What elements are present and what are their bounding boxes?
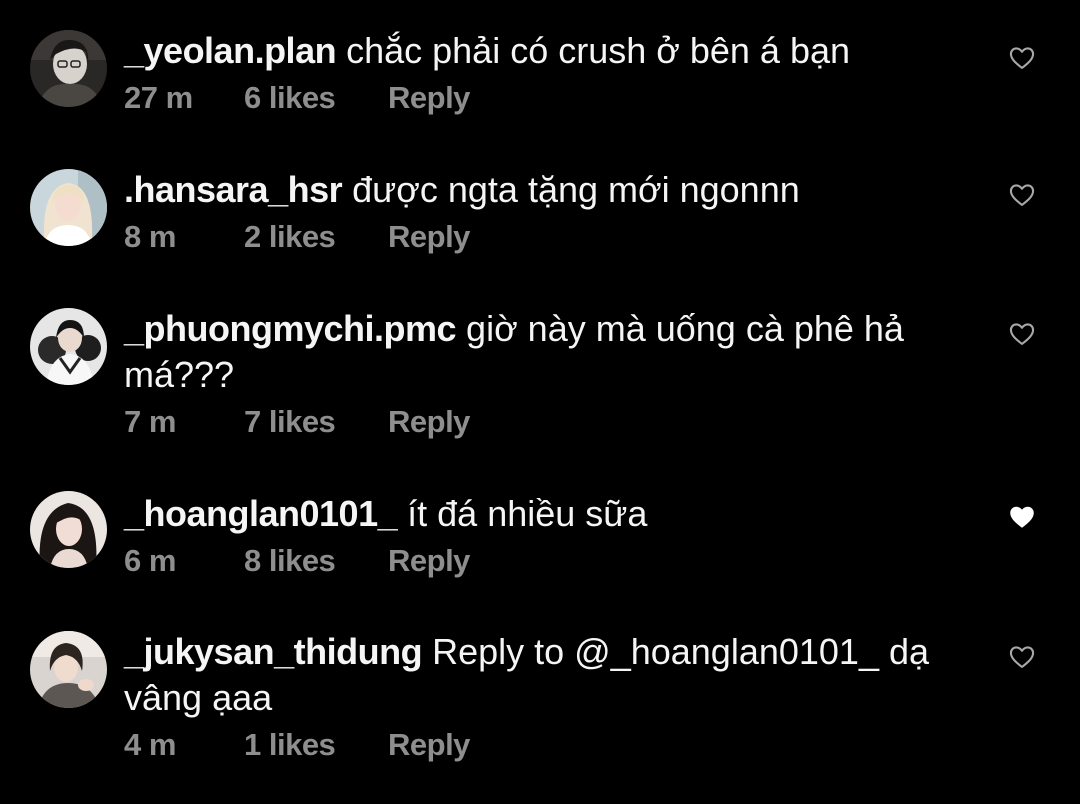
comment-meta: 7 m 7 likes Reply	[124, 404, 974, 444]
comment-time: 4 m	[124, 727, 176, 762]
heart-filled-icon[interactable]	[1008, 503, 1036, 531]
comment-likes[interactable]: 6 likes	[244, 80, 388, 116]
comments-list: _yeolan.plan chắc phải có crush ở bên á …	[0, 0, 1080, 804]
username[interactable]: _phuongmychi.pmc	[124, 308, 457, 349]
avatar[interactable]	[30, 30, 107, 107]
comment-likes[interactable]: 8 likes	[244, 543, 388, 579]
comment-body: .hansara_hsr được ngta tặng mới ngonnn 8…	[124, 167, 974, 259]
avatar[interactable]	[30, 308, 107, 385]
comment-body: _jukysan_thidung Reply to @_hoanglan0101…	[124, 629, 974, 767]
comment-text: _jukysan_thidung Reply to @_hoanglan0101…	[124, 629, 974, 721]
comment-text: _hoanglan0101_ ít đá nhiều sữa	[124, 491, 974, 537]
heart-icon[interactable]	[1008, 320, 1036, 348]
comment-text: _yeolan.plan chắc phải có crush ở bên á …	[124, 28, 974, 74]
reply-button[interactable]: Reply	[388, 727, 470, 763]
comment-message: chắc phải có crush ở bên á bạn	[346, 30, 851, 71]
heart-icon[interactable]	[1008, 643, 1036, 671]
heart-icon[interactable]	[1008, 44, 1036, 72]
reply-button[interactable]: Reply	[388, 404, 470, 440]
reply-button[interactable]: Reply	[388, 219, 470, 255]
username[interactable]: _yeolan.plan	[124, 30, 337, 71]
comment-meta: 8 m 2 likes Reply	[124, 219, 974, 259]
comment-meta: 27 m 6 likes Reply	[124, 80, 974, 120]
comment-time: 8 m	[124, 219, 176, 254]
comment-meta: 6 m 8 likes Reply	[124, 543, 974, 583]
comment-likes[interactable]: 2 likes	[244, 219, 388, 255]
avatar[interactable]	[30, 169, 107, 246]
reply-button[interactable]: Reply	[388, 543, 470, 579]
username[interactable]: .hansara_hsr	[124, 169, 343, 210]
reply-button[interactable]: Reply	[388, 80, 470, 116]
comment-body: _hoanglan0101_ ít đá nhiều sữa 6 m 8 like…	[124, 491, 974, 583]
comment-likes[interactable]: 1 likes	[244, 727, 388, 763]
comment-time: 27 m	[124, 80, 193, 115]
heart-icon[interactable]	[1008, 181, 1036, 209]
comment-text: .hansara_hsr được ngta tặng mới ngonnn	[124, 167, 974, 213]
comment-time: 6 m	[124, 543, 176, 578]
username[interactable]: _jukysan_thidung	[124, 631, 423, 672]
comment-text: _phuongmychi.pmc giờ này mà uống cà phê …	[124, 306, 974, 398]
comment-likes[interactable]: 7 likes	[244, 404, 388, 440]
comment-body: _yeolan.plan chắc phải có crush ở bên á …	[124, 28, 974, 120]
avatar[interactable]	[30, 631, 107, 708]
comment-message: được ngta tặng mới ngonnn	[352, 169, 800, 210]
comment-message: ít đá nhiều sữa	[407, 493, 648, 534]
comment-meta: 4 m 1 likes Reply	[124, 727, 974, 767]
comment-time: 7 m	[124, 404, 176, 439]
avatar[interactable]	[30, 491, 107, 568]
comment-body: _phuongmychi.pmc giờ này mà uống cà phê …	[124, 306, 974, 444]
username[interactable]: _hoanglan0101_	[124, 493, 398, 534]
